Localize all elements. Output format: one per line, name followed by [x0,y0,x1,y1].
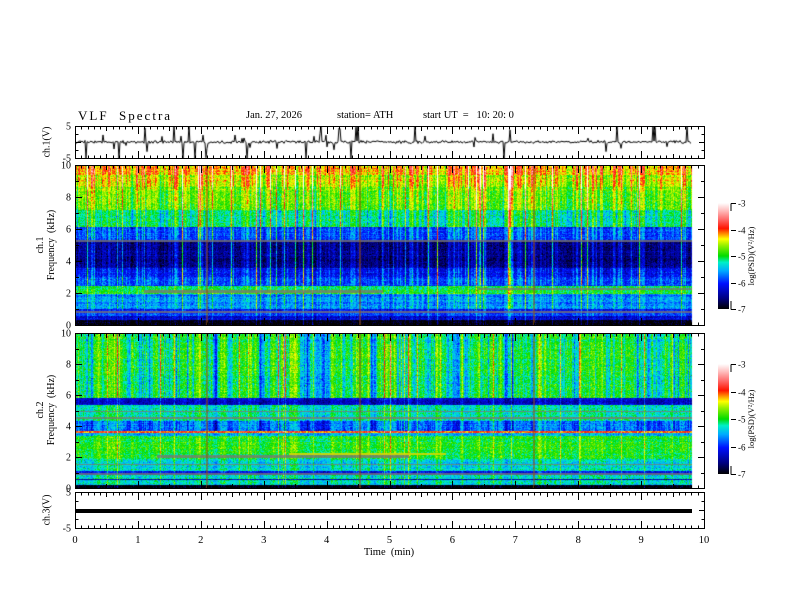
colorbar-tick-label: -7 [738,470,746,480]
x-tick-label: 8 [576,535,581,546]
ch2-spectrogram-canvas [75,333,704,488]
colorbar-2-gradient [718,364,729,474]
y-tick-label: 0 [66,321,71,332]
x-tick-label: 7 [513,535,518,546]
ch1-spectrogram-canvas [75,165,704,325]
ch3-flat-trace [75,509,692,513]
y-tick-label: 5 [66,122,71,133]
ch2-freq-axis-label-line1: ch.2 [35,401,46,419]
ch1-volt-axis-label: ch.1(V) [41,126,53,158]
x-tick-label: 1 [135,535,140,546]
y-tick-label: 6 [66,225,71,236]
x-tick-label: 3 [261,535,266,546]
y-tick-label: 8 [66,360,71,371]
ch2-freq-axis-label-line2: Frequency (kHz) [46,374,57,446]
x-tick-label: 9 [638,535,643,546]
ch1-freq-axis-label-line1: ch.1 [35,236,46,254]
colorbar-tick-label: -6 [738,443,746,453]
y-tick-label: 4 [66,257,71,268]
y-tick-label: 2 [66,453,71,464]
vlf-spectra-figure: VLF Spectra Jan. 27, 2026 station= ATH s… [0,0,792,612]
colorbar-1-label: log(PSD)(V²/Hz) [746,226,756,286]
ch3-volt-axis-label: ch.3(V) [41,494,53,526]
y-tick-label: 10 [61,329,71,340]
y-tick-label: 10 [61,161,71,172]
x-tick-label: 0 [72,535,77,546]
colorbar-tick-label: -5 [738,415,746,425]
plot-station: station= ATH [337,110,394,121]
plot-title: VLF Spectra [78,108,173,123]
ch2-freq-axis-label: ch.2 Frequency (kHz) [35,375,57,446]
colorbar-2-label: log(PSD)(V²/Hz) [746,389,756,449]
y-tick-label: 8 [66,193,71,204]
y-tick-label: 5 [66,488,71,499]
plot-start-ut: start UT = 10: 20: 0 [423,110,514,121]
ch1-waveform-canvas [75,126,704,158]
colorbar-tick-label: -4 [738,226,746,236]
colorbar-tick-label: -5 [738,252,746,262]
time-axis-label: Time (min) [363,547,415,558]
colorbar-tick-label: -3 [738,199,746,209]
ch1-freq-axis-label-line2: Frequency (kHz) [46,209,57,281]
x-tick-label: 5 [387,535,392,546]
colorbar-tick-label: -6 [738,279,746,289]
colorbar-tick-label: -7 [738,305,746,315]
x-tick-label: 10 [699,535,710,546]
y-tick-label: -5 [63,154,71,165]
colorbar-1-gradient [718,203,729,309]
y-tick-label: -5 [63,524,71,535]
y-tick-label: 4 [66,422,71,433]
colorbar-tick-label: -4 [738,388,746,398]
ch1-freq-axis-label: ch.1 Frequency (kHz) [35,210,57,281]
y-tick-label: 2 [66,289,71,300]
x-tick-label: 6 [450,535,455,546]
colorbar-tick-label: -3 [738,360,746,370]
plot-date: Jan. 27, 2026 [246,110,302,121]
y-tick-label: 6 [66,391,71,402]
y-tick-label: 0 [66,484,71,495]
x-tick-label: 4 [324,535,330,546]
x-tick-label: 2 [198,535,203,546]
